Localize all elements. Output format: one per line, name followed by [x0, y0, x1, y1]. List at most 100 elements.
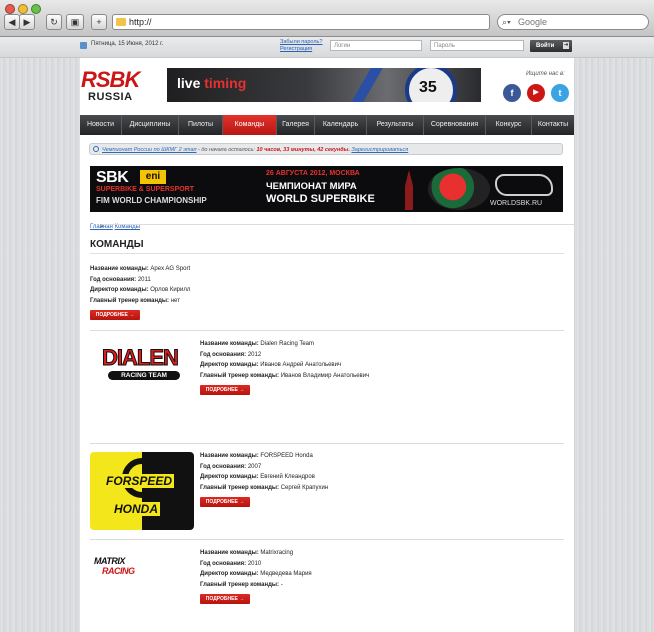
site-logo[interactable]: RSBK [81, 67, 140, 93]
team-card-apex: Название команды: Apex AG Sport Год осно… [90, 264, 190, 320]
facebook-icon[interactable]: f [503, 84, 521, 102]
menu-item-contest[interactable]: Конкурс [486, 115, 532, 135]
team-founded-row: Год основания: 2010 [200, 559, 312, 570]
register-link[interactable]: Регистрация [280, 46, 322, 53]
team-card-forspeed: Название команды: FORSPEED Honda Год осн… [200, 451, 328, 507]
menu-item-results[interactable]: Результаты [367, 115, 424, 135]
menu-item-pilots[interactable]: Пилоты [179, 115, 223, 135]
screenshot-button[interactable]: ▣ [66, 14, 84, 30]
team-name-label: Название команды: [90, 266, 149, 272]
password-input[interactable]: Пароль [430, 40, 524, 51]
search-field[interactable]: ⌕▾ Google [497, 14, 649, 30]
team-director-value: Медведева Мария [260, 571, 312, 577]
team-divider [90, 443, 564, 444]
team-divider [90, 539, 564, 540]
forspeed-logo[interactable]: FORSPEED HONDA [90, 452, 194, 530]
close-window-icon[interactable] [5, 4, 15, 14]
menu-item-teams[interactable]: Команды [223, 115, 277, 135]
back-button[interactable]: ◀ [4, 14, 20, 30]
track-map-icon [495, 174, 553, 196]
browser-chrome: ◀ ▶ ↻ ▣ + http:// ⌕▾ Google [0, 0, 654, 37]
forward-button[interactable]: ▶ [19, 14, 35, 30]
team-director-row: Директор команды: Медведева Мария [200, 569, 312, 580]
add-bookmark-button[interactable]: + [91, 14, 107, 30]
team-founded-row: Год основания: 2012 [200, 350, 369, 361]
main-menu: Новости Дисциплины Пилоты Команды Галере… [80, 115, 574, 135]
team-founded-row: Год основания: 2007 [200, 462, 328, 473]
team-coach-label: Главный тренер команды: [200, 372, 280, 379]
team-director-value: Орлов Кирилл [150, 287, 191, 293]
team-card-matrix: Название команды: Matrixracing Год основ… [200, 548, 312, 604]
team-director-row: Директор команды: Евгений Клеандров [200, 472, 328, 483]
team-director-value: Иванов Андрей Анатольевич [260, 362, 342, 368]
banner-fim-text: FIM WORLD CHAMPIONSHIP [96, 196, 207, 205]
bike-number-plate: 35 [405, 68, 457, 102]
live-timing-banner[interactable]: live timing 35 [167, 68, 481, 102]
zoom-window-icon[interactable] [31, 4, 41, 14]
team-name-row: Название команды: Matrixracing [200, 548, 312, 559]
calendar-icon [80, 42, 87, 49]
sbk-logo: SBK [96, 169, 129, 186]
team-director-label: Директор команды: [200, 474, 259, 480]
team-director-label: Директор команды: [90, 287, 149, 293]
ticker-event-link[interactable]: Чемпионат России по ШКМГ 2 этап [102, 147, 196, 153]
live-timing-title: live timing [177, 75, 246, 91]
twitter-icon[interactable]: t [551, 84, 569, 102]
team-name-value: Matrixracing [260, 550, 294, 556]
forspeed-logo-art: FORSPEED HONDA [90, 452, 194, 530]
find-us-label: Ищите нас в: [526, 71, 565, 77]
address-bar[interactable]: http:// [112, 14, 490, 30]
team-coach-label: Главный тренер команды: [90, 297, 170, 304]
team-director-label: Директор команды: [200, 571, 259, 577]
team-director-row: Директор команды: Иванов Андрей Анатолье… [200, 360, 369, 371]
menu-item-competitions[interactable]: Соревнования [424, 115, 486, 135]
minimize-window-icon[interactable] [18, 4, 28, 14]
banner-url: WORLDSBK.RU [490, 200, 543, 207]
team-coach-row: Главный тренер команды: нет [90, 296, 190, 307]
menu-item-gallery[interactable]: Галерея [277, 115, 315, 135]
team-coach-row: Главный тренер команды: Иванов Владимир … [200, 371, 369, 382]
more-button[interactable]: ПОДРОБНЕЕ → [200, 594, 250, 604]
matrix-logo[interactable]: MATRIX RACING [90, 546, 194, 624]
ticker-register-link[interactable]: Зарегистрироваться [351, 147, 408, 153]
login-button[interactable]: Войти ⇥ [530, 40, 572, 52]
more-button[interactable]: ПОДРОБНЕЕ → [200, 385, 250, 395]
team-name-row: Название команды: Dialen Racing Team [200, 339, 369, 350]
menu-item-news[interactable]: Новости [80, 115, 122, 135]
bike-number: 35 [419, 79, 437, 96]
dialen-logo-art: DIALEN RACING TEAM [102, 345, 182, 381]
team-founded-label: Год основания: [200, 560, 247, 567]
reload-button[interactable]: ↻ [46, 14, 62, 30]
banner-championship: ЧЕМПИОНАТ МИРА [266, 181, 357, 192]
team-coach-label: Главный тренер команды: [200, 581, 280, 588]
title-divider [90, 253, 564, 254]
ticker-text: - до начала осталось: [196, 147, 257, 153]
folder-icon [116, 18, 126, 26]
menu-item-contacts[interactable]: Контакты [532, 115, 574, 135]
team-founded-row: Год основания: 2011 [90, 275, 190, 286]
wsbk-banner[interactable]: SBK eni SUPERBIKE & SUPERSPORT FIM WORLD… [90, 166, 563, 212]
honda-logo-text: HONDA [112, 502, 160, 516]
team-name-row: Название команды: Apex AG Sport [90, 264, 190, 275]
login-input[interactable]: Логин [330, 40, 422, 51]
site-logo-subtitle: RUSSIA [88, 91, 133, 103]
menu-item-calendar[interactable]: Календарь [315, 115, 367, 135]
team-coach-value: - [280, 581, 283, 588]
motorcycle-image [428, 168, 490, 210]
team-coach-label: Главный тренер команды: [200, 484, 280, 491]
search-placeholder: Google [518, 17, 548, 27]
timing-word: timing [204, 75, 247, 91]
dialen-logo-subtext: RACING TEAM [108, 371, 180, 380]
dialen-logo[interactable]: DIALEN RACING TEAM [90, 340, 194, 418]
menu-item-disciplines[interactable]: Дисциплины [122, 115, 179, 135]
team-founded-value: 2012 [247, 351, 262, 358]
login-button-label: Войти [536, 43, 555, 49]
forgot-password-link[interactable]: Забыли пароль? [280, 39, 322, 46]
team-coach-row: Главный тренер команды: - [200, 580, 312, 591]
team-founded-label: Год основания: [200, 463, 247, 470]
youtube-icon[interactable]: ▶ [527, 84, 545, 102]
more-button[interactable]: ПОДРОБНЕЕ → [200, 497, 250, 507]
breadcrumb-separator: > [100, 224, 574, 230]
more-button[interactable]: ПОДРОБНЕЕ → [90, 310, 140, 320]
matrix-logo-text: MATRIX [94, 556, 125, 566]
